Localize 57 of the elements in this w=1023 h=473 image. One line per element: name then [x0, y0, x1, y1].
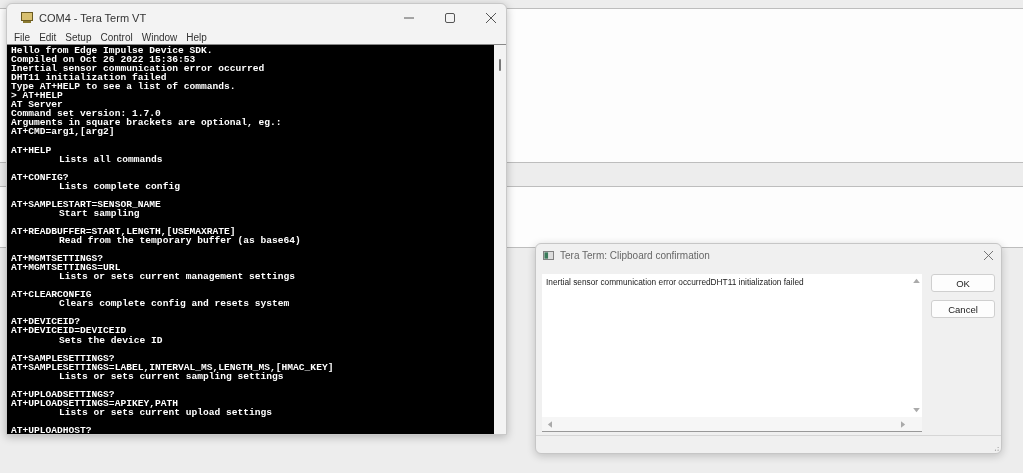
close-icon[interactable]: [984, 250, 993, 260]
terminal-line: AT+DEVICEID?: [11, 317, 81, 327]
terminal-line: Lists or sets current upload settings: [59, 407, 274, 417]
terminal-line: Arguments in square brackets are optional, eg.:: [11, 118, 283, 128]
menu-item[interactable]: Setup: [61, 32, 97, 43]
terminal-line: AT Server: [11, 100, 63, 110]
text-area[interactable]: Inertial sensor communication error occurredDHT11 initialization failed: [542, 274, 922, 432]
terminal-line: Type AT+HELP to see a list of commands.: [11, 82, 237, 92]
terminal-line: AT+MGMTSETTINGS=URL: [11, 263, 121, 273]
menu-item[interactable]: File: [10, 32, 36, 43]
terminal-line: AT+CMD=arg1,[arg2]: [11, 127, 115, 137]
terminal-line: DHT11 initialization failed: [11, 73, 167, 83]
terminal-line: AT+DEVICEID=DEVICEID: [11, 326, 127, 336]
menu-item[interactable]: Help: [182, 32, 212, 43]
terminal-line: AT+UPLOADHOST?: [11, 425, 93, 434]
resize-grip-icon[interactable]: [992, 444, 999, 451]
scroll-left-icon[interactable]: [547, 420, 552, 428]
terminal-line: Lists complete config: [58, 181, 181, 191]
scroll-down-icon[interactable]: [912, 408, 920, 413]
terminal-line: > AT+HELP: [11, 91, 64, 101]
terminal-line: Lists or sets current management settings: [58, 272, 297, 282]
scroll-thumb[interactable]: [499, 59, 501, 71]
terminal-line: Lists all commands: [58, 154, 164, 164]
scrollbar[interactable]: [494, 45, 506, 434]
terminal-line: Hello from Edge Impulse Device SDK.: [11, 46, 214, 56]
terminal-line: Clears complete config and resets system: [58, 299, 291, 309]
terminal-line: AT+SAMPLESETTINGS?: [11, 353, 115, 363]
terminal-line: Command set version: 1.7.0: [11, 109, 161, 119]
menu-item[interactable]: Window: [137, 32, 183, 43]
terminal-line: AT+CLEARCONFIG: [11, 290, 92, 300]
terminal-line: AT+SAMPLESETTINGS=LABEL,INTERVAL_MS,LENGTH_MS,[HMAC_KEY]: [11, 362, 335, 372]
terminal-line: AT+HELP: [11, 145, 53, 155]
close-icon[interactable]: [486, 12, 496, 23]
terminal-line: AT+READBUFFER=START,LENGTH,[USEMAXRATE]: [11, 226, 237, 236]
dialog-button[interactable]: Cancel: [931, 300, 995, 318]
terminal-line: AT+MGMTSETTINGS?: [11, 254, 104, 264]
app-icon: [21, 12, 33, 23]
terminal-line: Read from the temporary buffer (as base64): [59, 236, 302, 246]
terminal-line: AT+CONFIG?: [11, 172, 69, 182]
menu-item[interactable]: Control: [96, 32, 138, 43]
scroll-right-icon[interactable]: [901, 420, 906, 428]
dialog-button[interactable]: OK: [931, 274, 995, 292]
terminal-line: Compiled on Oct 26 2022 15:36:53: [11, 55, 197, 65]
window-title: COM4 - Tera Term VT: [39, 11, 147, 24]
clipboard-text: Inertial sensor communication error occurredDHT11 initialization failed: [545, 276, 805, 289]
app-icon: [543, 250, 554, 260]
terminal-line: AT+UPLOADSETTINGS=APIKEY,PATH: [11, 398, 178, 408]
menu-item[interactable]: Edit: [35, 32, 62, 43]
maximize-icon[interactable]: [445, 12, 455, 23]
terminal-line: AT+SAMPLESTART=SENSOR_NAME: [11, 199, 162, 209]
scroll-up-icon[interactable]: [912, 278, 920, 283]
terminal-line: Lists or sets current sampling settings: [59, 371, 284, 381]
terminal-line: Start sampling: [59, 208, 140, 218]
dialog-title: Tera Term: Clipboard confirmation: [560, 249, 710, 261]
terminal-line: Inertial sensor communication error occurred: [11, 64, 266, 74]
terminal-line: AT+UPLOADSETTINGS?: [11, 389, 116, 399]
terminal-line: Sets the device ID: [58, 335, 164, 345]
